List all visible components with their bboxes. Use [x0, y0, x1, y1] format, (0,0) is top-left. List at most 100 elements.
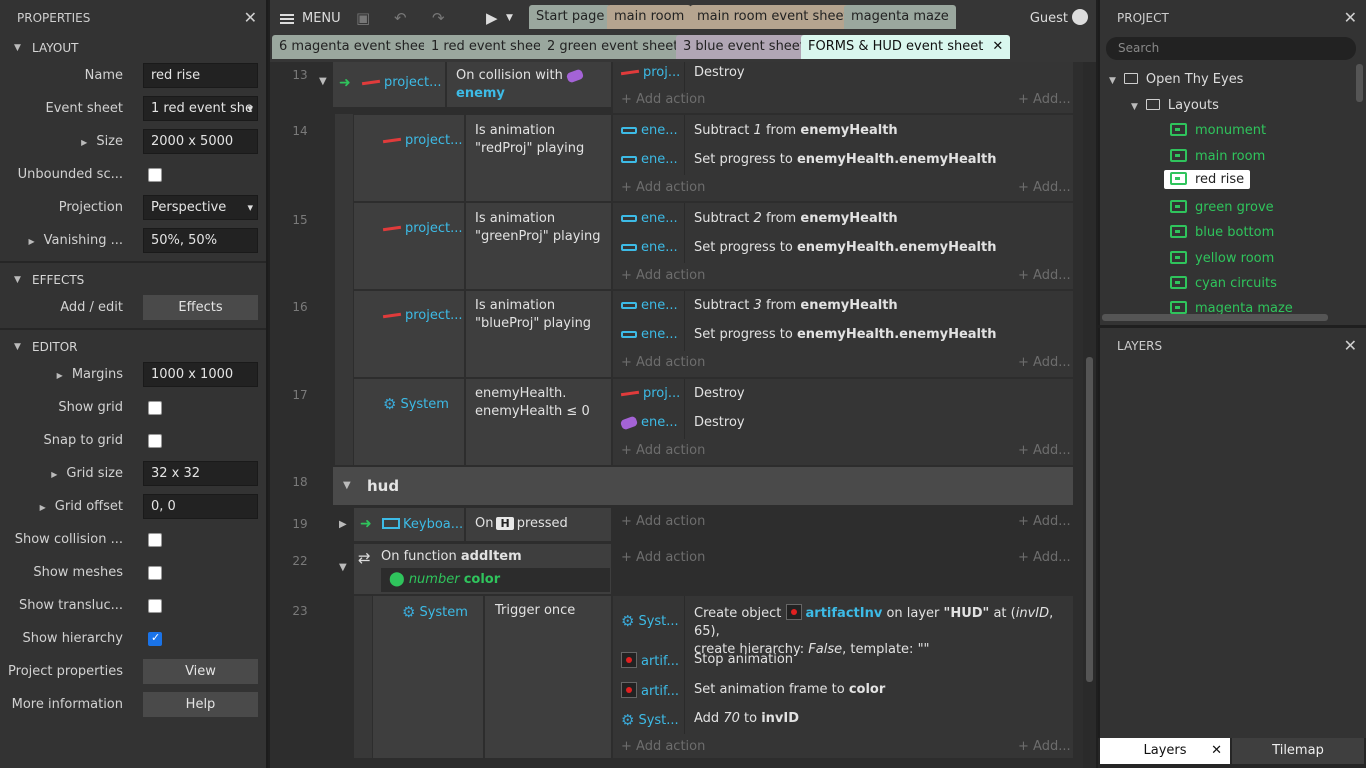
- tab-forms-hud-event-sheet[interactable]: FORMS & HUD event sheet ✕: [801, 35, 1011, 59]
- horizontal-scrollbar[interactable]: [1102, 314, 1328, 321]
- search-input[interactable]: Search: [1106, 37, 1356, 60]
- event-sheet-select[interactable]: 1 red event she: [143, 96, 258, 121]
- event-sheet: 1 3 ▼ ➜ project... On collision with enem…: [270, 62, 1096, 768]
- tab-start-page[interactable]: Start page: [529, 5, 612, 29]
- close-icon[interactable]: ✕: [1344, 328, 1357, 364]
- add-link[interactable]: + Add...: [1018, 550, 1071, 565]
- chevron-down-icon[interactable]: ▼: [506, 13, 513, 23]
- show-translucent-checkbox[interactable]: [148, 599, 162, 613]
- action-variable: enemyHealth: [800, 123, 898, 138]
- play-icon[interactable]: ▶: [486, 9, 498, 27]
- unbounded-checkbox[interactable]: [148, 168, 162, 182]
- add-link[interactable]: + Add...: [1018, 355, 1071, 370]
- event-sheet-scrollbar[interactable]: [1083, 62, 1096, 768]
- line-number: 16: [292, 300, 308, 314]
- tab-main-room[interactable]: main room: [607, 5, 692, 29]
- close-icon[interactable]: ✕: [244, 0, 257, 36]
- function-parameter-text: ⬤ number color: [389, 571, 500, 587]
- tree-root[interactable]: ▼ Open Thy Eyes: [1109, 72, 1243, 87]
- snap-grid-checkbox[interactable]: [148, 434, 162, 448]
- event-14-object-cell[interactable]: [354, 115, 464, 201]
- show-collision-checkbox[interactable]: [148, 533, 162, 547]
- layout-item[interactable]: cyan circuits: [1170, 276, 1277, 291]
- section-editor[interactable]: ▼ EDITOR: [0, 335, 266, 359]
- undo-icon[interactable]: ↶: [394, 9, 407, 27]
- grid-size-input[interactable]: 32 x 32: [143, 461, 258, 486]
- add-action-link[interactable]: + Add action: [621, 355, 705, 370]
- expand-triangle-icon[interactable]: ▶: [339, 519, 347, 530]
- layout-item[interactable]: green grove: [1170, 200, 1274, 215]
- projection-select[interactable]: Perspective: [143, 195, 258, 220]
- collapse-triangle-icon[interactable]: ▼: [343, 480, 351, 491]
- projection-value: Perspective: [151, 200, 227, 215]
- save-icon[interactable]: ▣: [356, 9, 370, 27]
- tab-main-room-event-sheet[interactable]: main room event sheet: [690, 5, 856, 29]
- tab-red-event-sheet[interactable]: 1 red event sheet: [424, 35, 554, 59]
- prop-size-label[interactable]: ▶ Size: [0, 126, 123, 158]
- layout-item-selected[interactable]: red rise: [1164, 170, 1251, 189]
- object-name: System: [400, 397, 449, 412]
- show-hierarchy-checkbox[interactable]: [148, 631, 162, 646]
- add-action-link[interactable]: + Add action: [621, 92, 705, 107]
- action-text-part: at (: [993, 606, 1016, 621]
- vertical-scrollbar[interactable]: [1356, 64, 1363, 102]
- collapse-triangle-icon[interactable]: ▼: [319, 76, 327, 87]
- event-15-object-cell[interactable]: [354, 203, 464, 289]
- redo-icon[interactable]: ↷: [432, 9, 445, 27]
- name-input[interactable]: red rise: [143, 63, 258, 88]
- event-17-object-cell[interactable]: [354, 379, 464, 465]
- effects-button[interactable]: Effects: [143, 295, 258, 320]
- close-icon[interactable]: ✕: [992, 39, 1003, 54]
- size-input[interactable]: 2000 x 5000: [143, 129, 258, 154]
- help-button[interactable]: Help: [143, 692, 258, 717]
- add-link[interactable]: + Add...: [1018, 739, 1071, 754]
- margins-input[interactable]: 1000 x 1000: [143, 362, 258, 387]
- prop-margins: ▶ Margins 1000 x 1000: [0, 359, 266, 392]
- tab-tilemap[interactable]: Tilemap: [1232, 738, 1364, 764]
- add-action-link[interactable]: + Add action: [621, 550, 705, 565]
- layout-item[interactable]: yellow room: [1170, 251, 1274, 266]
- close-icon[interactable]: ✕: [1211, 738, 1222, 764]
- menu-button[interactable]: MENU: [280, 8, 341, 30]
- add-link[interactable]: + Add...: [1018, 180, 1071, 195]
- gear-icon: ⚙: [621, 612, 635, 630]
- section-effects[interactable]: ▼ EFFECTS: [0, 268, 266, 292]
- add-link[interactable]: + Add...: [1018, 514, 1071, 529]
- prop-grid-offset-label[interactable]: ▶ Grid offset: [0, 491, 123, 523]
- prop-vanishing-label[interactable]: ▶ Vanishing ...: [0, 225, 123, 257]
- add-action-link[interactable]: + Add action: [621, 180, 705, 195]
- user-account[interactable]: Guest: [1030, 9, 1088, 26]
- object-name: artif...: [641, 654, 680, 669]
- layout-item[interactable]: magenta maze: [1170, 301, 1293, 315]
- collapse-triangle-icon[interactable]: ▼: [339, 562, 347, 573]
- add-action-link[interactable]: + Add action: [621, 268, 705, 283]
- layout-item[interactable]: blue bottom: [1170, 225, 1274, 240]
- tab-layers[interactable]: Layers ✕: [1100, 738, 1230, 764]
- add-action-link[interactable]: + Add action: [621, 514, 705, 529]
- close-icon[interactable]: ✕: [1344, 0, 1357, 36]
- add-link[interactable]: + Add...: [1018, 443, 1071, 458]
- prop-margins-label[interactable]: ▶ Margins: [0, 359, 123, 391]
- tree-layouts-folder[interactable]: ▼ Layouts: [1131, 98, 1219, 113]
- layout-item[interactable]: main room: [1170, 149, 1265, 164]
- tab-magenta-maze[interactable]: magenta maze: [844, 5, 956, 29]
- grid-offset-input[interactable]: 0, 0: [143, 494, 258, 519]
- section-layout[interactable]: ▼ LAYOUT: [0, 36, 266, 60]
- show-grid-checkbox[interactable]: [148, 401, 162, 415]
- group-hud[interactable]: [333, 467, 1073, 505]
- add-link[interactable]: + Add...: [1018, 92, 1071, 107]
- tab-green-event-sheet[interactable]: 2 green event sheet: [540, 35, 686, 59]
- tab-magenta-event-sheet[interactable]: 6 magenta event sheet: [272, 35, 438, 59]
- add-link[interactable]: + Add...: [1018, 268, 1071, 283]
- tab-blue-event-sheet[interactable]: 3 blue event sheet: [676, 35, 812, 59]
- layout-item[interactable]: monument: [1170, 123, 1266, 138]
- event-23-condition-cell[interactable]: [485, 596, 611, 758]
- add-action-link[interactable]: + Add action: [621, 443, 705, 458]
- add-action-link[interactable]: + Add action: [621, 739, 705, 754]
- scrollbar-thumb[interactable]: [1086, 357, 1093, 682]
- show-meshes-checkbox[interactable]: [148, 566, 162, 580]
- vanishing-input[interactable]: 50%, 50%: [143, 228, 258, 253]
- prop-grid-size-label[interactable]: ▶ Grid size: [0, 458, 123, 490]
- view-button[interactable]: View: [143, 659, 258, 684]
- event-16-object-cell[interactable]: [354, 291, 464, 377]
